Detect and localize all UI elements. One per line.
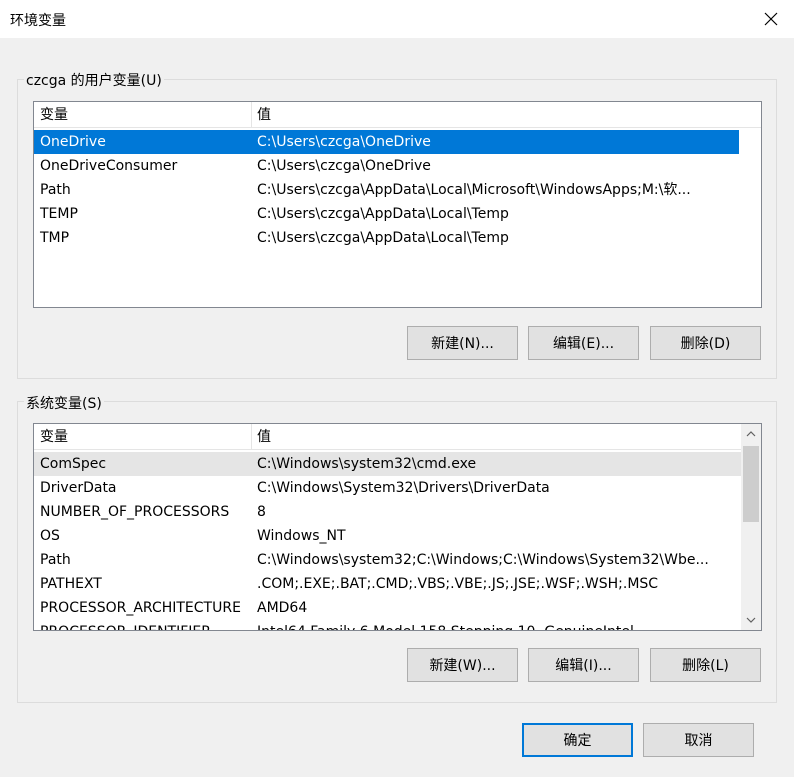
title-bar: 环境变量 xyxy=(0,0,794,38)
window-title: 环境变量 xyxy=(10,13,66,29)
column-header-variable[interactable]: 变量 xyxy=(34,102,251,128)
table-row[interactable]: ComSpec C:\Windows\system32\cmd.exe xyxy=(34,452,741,476)
variable-name-cell: ComSpec xyxy=(40,456,107,472)
close-button[interactable] xyxy=(748,0,794,38)
system-vars-label: 系统变量(S) xyxy=(24,393,104,413)
variable-name-cell: OneDriveConsumer xyxy=(40,158,178,174)
variable-value-cell: C:\Users\czcga\AppData\Local\Temp xyxy=(257,206,509,222)
variable-value-cell: C:\Users\czcga\AppData\Local\Temp xyxy=(257,230,509,246)
cancel-button[interactable]: 取消 xyxy=(643,723,754,757)
table-row[interactable]: Path C:\Users\czcga\AppData\Local\Microso… xyxy=(34,178,739,202)
variable-name-cell: TEMP xyxy=(40,206,78,222)
list-header: 变量 值 xyxy=(34,424,741,450)
scroll-up-button[interactable] xyxy=(741,424,761,444)
list-header: 变量 值 xyxy=(34,102,761,128)
user-vars-label: czcga 的用户变量(U) xyxy=(24,70,164,90)
table-row[interactable]: PATHEXT .COM;.EXE;.BAT;.CMD;.VBS;.VBE;.JS… xyxy=(34,572,741,596)
scroll-thumb[interactable] xyxy=(743,446,759,522)
table-row[interactable]: NUMBER_OF_PROCESSORS 8 xyxy=(34,500,741,524)
variable-name-cell: Path xyxy=(40,182,71,198)
system-delete-button[interactable]: 删除(L) xyxy=(650,648,761,682)
variable-value-cell: C:\Users\czcga\AppData\Local\Microsoft\W… xyxy=(257,182,691,198)
variable-value-cell: AMD64 xyxy=(257,600,308,616)
variable-value-cell: 8 xyxy=(257,504,266,520)
variable-value-cell: C:\Users\czcga\OneDrive xyxy=(257,134,431,150)
variable-name-cell: OS xyxy=(40,528,60,544)
system-edit-button[interactable]: 编辑(I)... xyxy=(528,648,639,682)
variable-name-cell: TMP xyxy=(40,230,70,246)
system-new-button[interactable]: 新建(W)... xyxy=(407,648,518,682)
variable-value-cell: C:\Windows\system32;C:\Windows;C:\Window… xyxy=(257,552,709,568)
variable-value-cell: .COM;.EXE;.BAT;.CMD;.VBS;.VBE;.JS;.JSE;.… xyxy=(257,576,659,592)
variable-value-cell: C:\Windows\system32\cmd.exe xyxy=(257,456,477,472)
variable-value-cell: C:\Windows\System32\Drivers\DriverData xyxy=(257,480,550,496)
table-row[interactable]: TMP C:\Users\czcga\AppData\Local\Temp xyxy=(34,226,739,250)
ok-button[interactable]: 确定 xyxy=(522,723,633,757)
variable-name-cell: PROCESSOR_IDENTIFIER xyxy=(40,620,211,630)
table-row[interactable]: PROCESSOR_ARCHITECTURE AMD64 xyxy=(34,596,741,620)
variable-name-cell: PROCESSOR_ARCHITECTURE xyxy=(40,600,241,616)
table-row[interactable]: TEMP C:\Users\czcga\AppData\Local\Temp xyxy=(34,202,739,226)
close-icon xyxy=(764,12,778,26)
variable-name-cell: DriverData xyxy=(40,480,117,496)
user-delete-button[interactable]: 删除(D) xyxy=(650,326,761,360)
user-vars-list[interactable]: 变量 值 OneDrive C:\Users\czcga\OneDrive OneD… xyxy=(33,101,762,308)
user-new-button[interactable]: 新建(N)... xyxy=(407,326,518,360)
column-header-value[interactable]: 值 xyxy=(251,424,739,450)
chevron-down-icon xyxy=(746,617,756,623)
table-row[interactable]: OneDriveConsumer C:\Users\czcga\OneDrive xyxy=(34,154,739,178)
table-row[interactable]: OS Windows_NT xyxy=(34,524,741,548)
variable-name-cell: OneDrive xyxy=(40,134,106,150)
table-row[interactable]: DriverData C:\Windows\System32\Drivers\Dr… xyxy=(34,476,741,500)
variable-value-cell: Intel64 Family 6 Model 158 Stepping 10, … xyxy=(257,620,634,630)
chevron-up-icon xyxy=(746,431,756,437)
variable-value-cell: C:\Users\czcga\OneDrive xyxy=(257,158,431,174)
table-row[interactable]: Path C:\Windows\system32;C:\Windows;C:\Wi… xyxy=(34,548,741,572)
column-header-value[interactable]: 值 xyxy=(251,102,761,128)
table-row[interactable]: PROCESSOR_IDENTIFIER Intel64 Family 6 Mod… xyxy=(34,620,741,630)
user-edit-button[interactable]: 编辑(E)... xyxy=(528,326,639,360)
variable-value-cell: Windows_NT xyxy=(257,528,346,544)
variable-name-cell: PATHEXT xyxy=(40,576,102,592)
vertical-scrollbar[interactable] xyxy=(741,424,761,630)
variable-name-cell: NUMBER_OF_PROCESSORS xyxy=(40,504,230,520)
system-vars-list[interactable]: 变量 值 ComSpec C:\Windows\system32\cmd.exe D… xyxy=(33,423,762,631)
variable-name-cell: Path xyxy=(40,552,71,568)
table-row[interactable]: OneDrive C:\Users\czcga\OneDrive xyxy=(34,130,739,154)
scroll-down-button[interactable] xyxy=(741,610,761,630)
column-header-variable[interactable]: 变量 xyxy=(34,424,251,450)
